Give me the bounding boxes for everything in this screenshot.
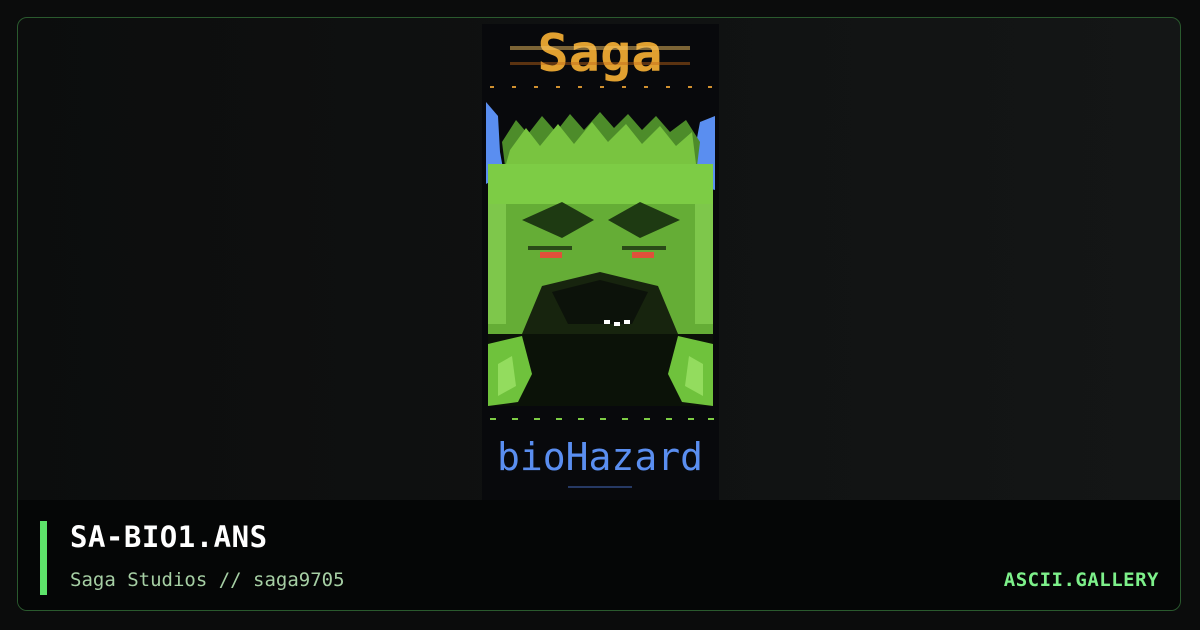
artwork-subtitle: Saga Studios // saga9705 [70,569,345,591]
site-brand[interactable]: ASCII.GALLERY [1004,569,1159,591]
artwork-title: SA-BIO1.ANS [70,520,268,554]
preview-card: Saga bioHazard SA-BIO1.ANS Saga Studios … [17,17,1181,611]
info-bar: SA-BIO1.ANS Saga Studios // saga9705 ASC… [18,500,1180,610]
artwork-image: Saga bioHazard [482,24,719,500]
accent-bar [40,521,47,595]
svg-text:bioHazard: bioHazard [497,435,703,479]
ansi-art-illustration: Saga bioHazard [482,24,719,500]
svg-text:Saga: Saga [537,24,662,84]
monster-face [488,112,713,406]
biohazard-logo: bioHazard [497,435,703,479]
